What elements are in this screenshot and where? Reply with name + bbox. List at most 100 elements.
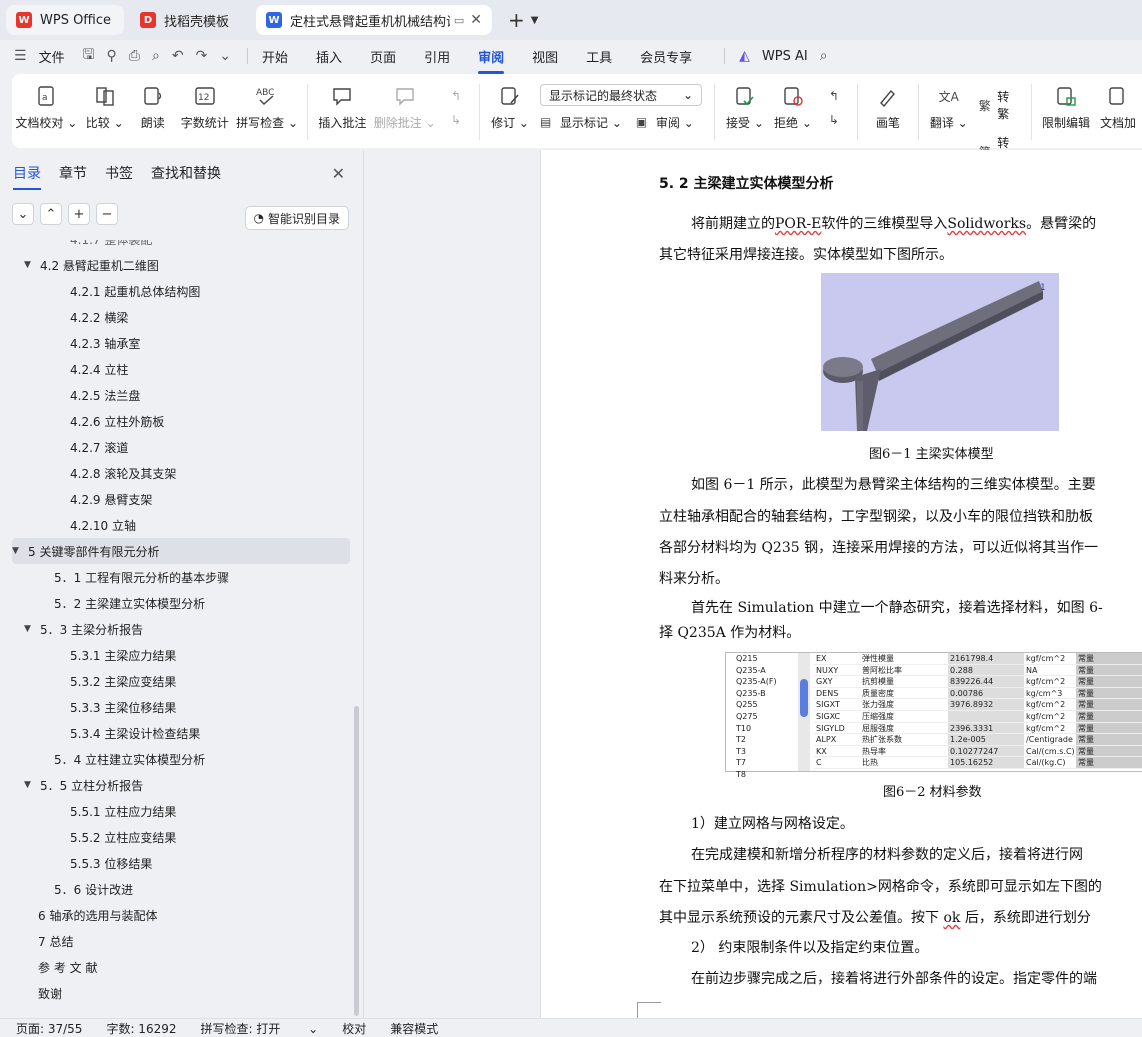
- toc-item[interactable]: 4.2.3 轴承室: [0, 330, 352, 356]
- menu-insert[interactable]: 插入: [316, 47, 342, 66]
- menu-tools[interactable]: 工具: [586, 47, 612, 66]
- toc-item[interactable]: 5.5.2 立柱应变结果: [0, 824, 352, 850]
- tab-toc[interactable]: 目录: [13, 163, 41, 190]
- toc-item[interactable]: 4.2.1 起重机总体结构图: [0, 278, 352, 304]
- toc-item[interactable]: 4.2.7 滚道: [0, 434, 352, 460]
- toc-item[interactable]: 5．2 主梁建立实体模型分析: [0, 590, 352, 616]
- review-pane-button[interactable]: ▣ 审阅 ⌄: [636, 114, 694, 131]
- redo-icon[interactable]: ↷: [196, 48, 208, 64]
- undo-icon[interactable]: ↶: [172, 48, 184, 64]
- show-markup-button[interactable]: ▤ 显示标记 ⌄: [540, 114, 622, 131]
- search-icon[interactable]: ⌕: [820, 48, 828, 64]
- toc-item[interactable]: 5.3.2 主梁应变结果: [0, 668, 352, 694]
- word-count-indicator[interactable]: 字数: 16292: [106, 1020, 176, 1037]
- toc-item[interactable]: 5.3.4 主梁设计检查结果: [0, 720, 352, 746]
- accept-button[interactable]: 接受 ⌄: [726, 84, 764, 131]
- toc-scrollbar[interactable]: [354, 706, 359, 1016]
- hamburger-icon[interactable]: ☰: [14, 48, 27, 64]
- toc-item[interactable]: 5．6 设计改进: [0, 876, 352, 902]
- expand-triangle-icon[interactable]: ▼: [12, 546, 28, 556]
- markup-state-select[interactable]: 显示标记的最终状态 ⌄: [540, 84, 702, 106]
- compare-button[interactable]: 比较 ⌄: [86, 84, 124, 131]
- link-icon[interactable]: ⚲: [107, 48, 117, 64]
- print-preview-icon[interactable]: ⌕: [152, 48, 160, 64]
- revise-button[interactable]: 修订 ⌄: [491, 84, 529, 131]
- toc-item[interactable]: ▼ 4.2 悬臂起重机二维图: [0, 252, 352, 278]
- expand-triangle-icon[interactable]: ▼: [24, 780, 40, 790]
- toc-item[interactable]: ▼ 5．5 立柱分析报告: [0, 772, 352, 798]
- doc-encrypt-button[interactable]: 文档加: [1100, 84, 1136, 131]
- toc-item[interactable]: 5.5.3 位移结果: [0, 850, 352, 876]
- toc-item[interactable]: 5.5.1 立柱应力结果: [0, 798, 352, 824]
- word-count-button[interactable]: 12 字数统计: [181, 84, 229, 131]
- reject-button[interactable]: 拒绝 ⌄: [774, 84, 812, 131]
- toc-item[interactable]: 4.2.8 滚轮及其支架: [0, 460, 352, 486]
- tab-bookmarks[interactable]: 书签: [105, 163, 133, 183]
- proofread-indicator[interactable]: 校对: [342, 1020, 366, 1037]
- menu-page[interactable]: 页面: [370, 47, 396, 66]
- tab-chapters[interactable]: 章节: [59, 163, 87, 183]
- toc-item[interactable]: 4.2.10 立轴: [0, 512, 352, 538]
- remove-heading-icon[interactable]: −: [96, 203, 118, 225]
- toc-item[interactable]: 参 考 文 献: [0, 954, 352, 980]
- expand-down-icon[interactable]: ⌄: [12, 203, 34, 225]
- to-traditional-button[interactable]: 繁 转繁: [979, 88, 1019, 122]
- toc-item[interactable]: ▼ 5 关键零部件有限元分析: [12, 538, 350, 564]
- menu-member[interactable]: 会员专享: [640, 47, 692, 66]
- expand-triangle-icon[interactable]: ▼: [24, 260, 40, 270]
- toc-item[interactable]: ▼ 5．3 主梁分析报告: [0, 616, 352, 642]
- delete-comment-button[interactable]: 删除批注 ⌄: [374, 84, 436, 131]
- menu-view[interactable]: 视图: [532, 47, 558, 66]
- tab-wps-office[interactable]: W WPS Office: [6, 5, 124, 35]
- toc-item[interactable]: 致谢: [0, 980, 352, 1006]
- toc-item[interactable]: 6 轴承的选用与装配体: [0, 902, 352, 928]
- close-pane-icon[interactable]: ✕: [332, 164, 345, 183]
- toc-item[interactable]: 7 总结: [0, 928, 352, 954]
- tab-document[interactable]: W 定柱式悬臂起重机机械结构设计 ▭ ✕: [256, 5, 492, 35]
- translate-button[interactable]: 文A 翻译 ⌄: [930, 84, 968, 131]
- toc-item[interactable]: 4.2.6 立柱外筋板: [0, 408, 352, 434]
- toc-item[interactable]: 5.3.1 主梁应力结果: [0, 642, 352, 668]
- toc-item[interactable]: 4.2.2 横梁: [0, 304, 352, 330]
- smart-toc-button[interactable]: ◔ 智能识别目录: [244, 206, 349, 230]
- read-aloud-button[interactable]: 朗读: [135, 84, 171, 131]
- spell-check-indicator[interactable]: 拼写检查: 打开 ⌄: [201, 1020, 319, 1037]
- tab-label: WPS Office: [40, 12, 112, 28]
- paragraph-line: 择 Q235A 作为材料。: [659, 625, 801, 641]
- doc-check-button[interactable]: a 文档校对 ⌄: [15, 84, 77, 131]
- toc-item[interactable]: 5．1 工程有限元分析的基本步骤: [0, 564, 352, 590]
- screen-icon[interactable]: ▭: [454, 14, 464, 27]
- toc-item[interactable]: 4.2.9 悬臂支架: [0, 486, 352, 512]
- chevron-down-icon[interactable]: ▼: [531, 15, 539, 26]
- tab-template[interactable]: D 找稻壳模板: [130, 5, 250, 35]
- menu-review[interactable]: 审阅: [478, 47, 505, 74]
- comment-nav-button[interactable]: ↰ ↳: [445, 84, 467, 132]
- pen-button[interactable]: 画笔: [870, 84, 906, 131]
- review-pane-icon: ▣: [635, 114, 648, 129]
- expand-triangle-icon[interactable]: ▼: [24, 624, 40, 634]
- insert-comment-button[interactable]: 插入批注: [318, 84, 366, 131]
- print-icon[interactable]: ⎙: [129, 48, 140, 64]
- menu-reference[interactable]: 引用: [424, 47, 450, 66]
- document-page[interactable]: 5. 2 主梁建立实体模型分析 将前期建立的POR-E软件的三维模型导入Soli…: [540, 150, 1142, 1018]
- page-indicator[interactable]: 页面: 37/55: [16, 1020, 82, 1037]
- toc-item[interactable]: 5．4 立柱建立实体模型分析: [0, 746, 352, 772]
- restrict-edit-button[interactable]: 限制编辑: [1042, 84, 1090, 131]
- save-icon[interactable]: 🖫: [83, 44, 95, 68]
- toc-item[interactable]: 4.2.4 立柱: [0, 356, 352, 382]
- change-nav-button[interactable]: ↰ ↳: [823, 84, 845, 132]
- add-heading-icon[interactable]: +: [68, 203, 90, 225]
- new-tab-plus-icon[interactable]: +: [508, 8, 525, 32]
- toc-item[interactable]: 4.1.7 整体装配: [0, 240, 352, 252]
- toc-item[interactable]: 5.3.3 主梁位移结果: [0, 694, 352, 720]
- close-tab-icon[interactable]: ✕: [470, 12, 482, 28]
- more-chevron-icon[interactable]: ⌄: [219, 48, 231, 64]
- menu-wps-ai[interactable]: WPS AI: [762, 49, 808, 64]
- menu-start[interactable]: 开始: [262, 47, 288, 66]
- spell-check-button[interactable]: ABC 拼写检查 ⌄: [236, 84, 298, 131]
- toc-item[interactable]: 4.2.5 法兰盘: [0, 382, 352, 408]
- menu-file[interactable]: 文件: [39, 47, 65, 66]
- collapse-up-icon[interactable]: ⌃: [40, 203, 62, 225]
- material-tree-item: Q255: [736, 700, 758, 710]
- tab-find-replace[interactable]: 查找和替换: [151, 163, 221, 183]
